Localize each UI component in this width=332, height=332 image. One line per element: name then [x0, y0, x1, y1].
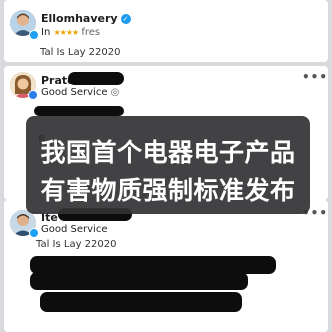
verified-check-icon: ✓: [120, 14, 131, 24]
post-card: Ite ••• Good Service Tal Is Lay 22020: [4, 200, 328, 332]
online-badge-icon: [29, 228, 39, 238]
post-timestamp: Tal Is Lay 22020: [36, 239, 117, 250]
online-badge-icon: [28, 90, 38, 100]
caption-overlay: 我国首个电器电子产品 有害物质强制标准发布: [26, 116, 310, 214]
author-name[interactable]: Ellomhavery ✓: [41, 12, 131, 25]
post-card: Ellomhavery ✓ In ★★★★ fres Tal Is Lay 220…: [4, 0, 328, 62]
redaction-bar: [34, 106, 124, 116]
globe-icon: ◎: [110, 87, 120, 98]
more-options-button[interactable]: •••: [302, 70, 328, 84]
post-timestamp: Tal Is Lay 22020: [40, 47, 121, 58]
author-name-text: Ellomhavery: [41, 12, 118, 25]
redaction-bar: [30, 272, 248, 290]
subtitle-prefix: In: [41, 27, 51, 38]
caption-line-1: 我国首个电器电子产品: [40, 138, 296, 167]
rating-stars-icon: ★★★★: [53, 28, 79, 37]
subtitle-suffix: fres: [81, 27, 101, 38]
redaction-bar: [40, 292, 242, 312]
caption-line-2: 有害物质强制标准发布: [40, 176, 296, 205]
author-subtitle: Good Service ◎: [41, 87, 119, 98]
subtitle-text: Good Service: [41, 87, 108, 98]
author-subtitle: In ★★★★ fres: [41, 27, 100, 38]
author-subtitle: Good Service: [41, 224, 108, 235]
redaction-bar: [68, 72, 124, 85]
online-badge-icon: [29, 30, 39, 40]
post-feed: Ellomhavery ✓ In ★★★★ fres Tal Is Lay 220…: [0, 0, 332, 332]
